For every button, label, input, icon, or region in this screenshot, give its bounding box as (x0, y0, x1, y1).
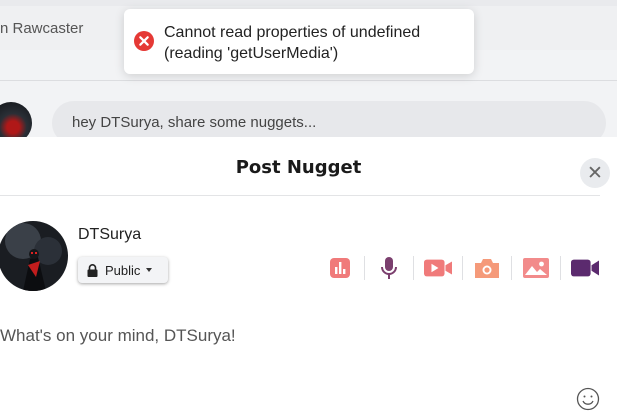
image-icon (523, 258, 549, 278)
avatar[interactable] (0, 221, 68, 291)
close-button[interactable]: ✕ (580, 158, 610, 188)
privacy-label: Public (105, 262, 141, 278)
poll-icon (330, 258, 350, 278)
error-circle-icon (134, 31, 154, 51)
toast-message: Cannot read properties of undefined (rea… (164, 24, 421, 62)
post-nugget-modal: Post Nugget ✕ DTSurya Public What's on y… (0, 137, 617, 417)
media-toolbar (326, 255, 599, 281)
avatar-image (0, 221, 68, 291)
composer-placeholder: hey DTSurya, share some nuggets... (72, 114, 317, 131)
close-icon: ✕ (587, 162, 603, 184)
toolbar-divider (511, 256, 512, 280)
toolbar-divider (560, 256, 561, 280)
privacy-dropdown[interactable]: Public (78, 257, 168, 283)
video-camera-icon (424, 259, 452, 277)
camera-icon (475, 259, 499, 278)
camera-button[interactable] (473, 255, 501, 281)
audio-button[interactable] (375, 255, 403, 281)
header-divider (0, 80, 617, 81)
lock-icon (87, 263, 98, 277)
username: DTSurya (78, 226, 142, 243)
video-button[interactable] (424, 255, 452, 281)
chevron-down-icon (146, 268, 153, 272)
error-toast[interactable]: Cannot read properties of undefined (rea… (124, 9, 474, 74)
app-title: n Rawcaster (0, 20, 84, 37)
poll-button[interactable] (326, 255, 354, 281)
toolbar-divider (413, 256, 414, 280)
microphone-icon (381, 257, 397, 279)
smiley-icon[interactable] (576, 387, 600, 411)
toolbar-divider (364, 256, 365, 280)
modal-divider (0, 195, 600, 196)
video-call-icon (571, 259, 599, 277)
image-button[interactable] (522, 255, 550, 281)
compose-input[interactable]: What's on your mind, DTSurya! (0, 326, 236, 346)
modal-title: Post Nugget (235, 157, 362, 178)
toolbar-divider (462, 256, 463, 280)
live-video-button[interactable] (571, 255, 599, 281)
